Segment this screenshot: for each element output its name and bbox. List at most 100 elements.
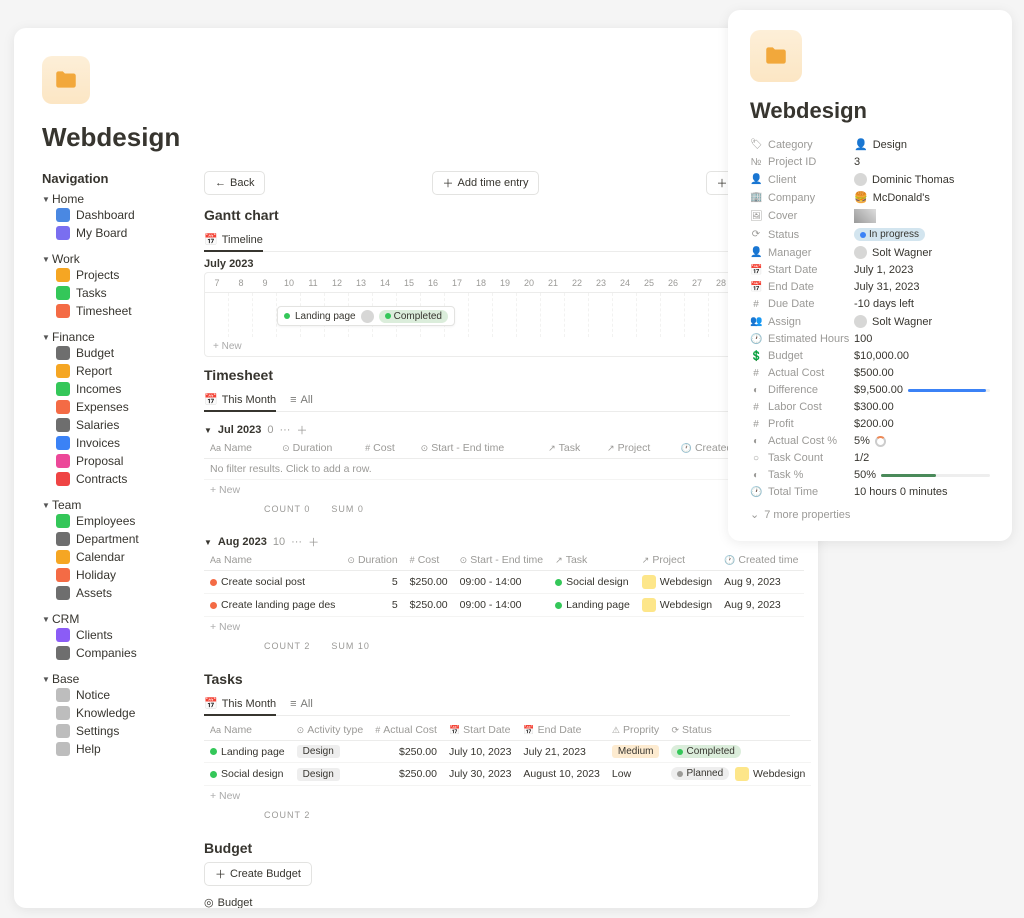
sidebar-item-notice[interactable]: Notice (42, 686, 172, 704)
nav-group-crm[interactable]: ▼CRM (42, 612, 172, 626)
sidebar-item-my-board[interactable]: My Board (42, 224, 172, 242)
sidebar-item-department[interactable]: Department (42, 530, 172, 548)
project-folder-icon (42, 56, 90, 104)
panel-title: Webdesign (750, 98, 990, 124)
tab-this-month[interactable]: 📅This Month (204, 389, 276, 412)
col-status[interactable]: ⟳Status (665, 720, 811, 741)
back-button[interactable]: ←Back (204, 171, 265, 195)
prop-due-date[interactable]: #Due Date-10 days left (750, 298, 990, 310)
prop-task-[interactable]: ◐Task %50% (750, 469, 990, 481)
col-priority[interactable]: ⚠Proprity (606, 720, 666, 741)
avatar-icon (361, 310, 374, 323)
sidebar-item-companies[interactable]: Companies (42, 644, 172, 662)
sidebar-item-report[interactable]: Report (42, 362, 172, 380)
tasks-tabs: 📅This Month ≡All (204, 693, 790, 716)
prop-company[interactable]: 🏢Company🍔McDonald's (750, 191, 990, 204)
sidebar-item-knowledge[interactable]: Knowledge (42, 704, 172, 722)
sidebar-item-assets[interactable]: Assets (42, 584, 172, 602)
prop-manager[interactable]: 👤ManagerSolt Wagner (750, 246, 990, 259)
main-window: Webdesign Navigation ▼HomeDashboardMy Bo… (14, 28, 818, 908)
budget-tabs: ◎Budget (204, 892, 790, 908)
prop-end-date[interactable]: 📅End DateJuly 31, 2023 (750, 281, 990, 293)
prop-actual-cost[interactable]: #Actual Cost$500.00 (750, 367, 990, 379)
prop-estimated-hours[interactable]: 🕐Estimated Hours100 (750, 333, 990, 345)
sidebar-item-dashboard[interactable]: Dashboard (42, 206, 172, 224)
timesheet-title: Timesheet (204, 367, 790, 383)
col-actual[interactable]: #Actual Cost (369, 720, 443, 741)
sidebar-item-expenses[interactable]: Expenses (42, 398, 172, 416)
prop-category[interactable]: 🏷Category👤Design (750, 138, 990, 151)
more-properties[interactable]: ⌄7 more properties (750, 508, 990, 521)
nav-group-team[interactable]: ▼Team (42, 498, 172, 512)
sidebar-item-proposal[interactable]: Proposal (42, 452, 172, 470)
timesheet-row[interactable]: Create landing page des5$250.0009:00 - 1… (204, 594, 804, 617)
timesheet-group-header[interactable]: ▼Aug 2023 10 ··· ＋ (204, 534, 790, 550)
timesheet-row[interactable]: Create social post5$250.0009:00 - 14:00S… (204, 571, 804, 594)
gantt-month: July 2023 (204, 258, 790, 270)
status-pill-completed: Completed (379, 310, 448, 323)
prop-client[interactable]: 👤ClientDominic Thomas (750, 173, 990, 186)
prop-actual-cost-[interactable]: ◐Actual Cost %5% (750, 435, 990, 447)
budget-title: Budget (204, 840, 790, 856)
tab-timeline[interactable]: 📅Timeline (204, 229, 263, 252)
sidebar-item-employees[interactable]: Employees (42, 512, 172, 530)
tasks-title: Tasks (204, 671, 790, 687)
sidebar-item-contracts[interactable]: Contracts (42, 470, 172, 488)
timesheet-group-header[interactable]: ▼Jul 2023 0 ··· ＋ (204, 422, 790, 438)
tab-all[interactable]: ≡All (290, 389, 313, 411)
sidebar-item-help[interactable]: Help (42, 740, 172, 758)
col-end[interactable]: 📅End Date (517, 720, 605, 741)
gantt-chart[interactable]: 7891011121314151617181920212223242526272… (204, 272, 790, 357)
nav-group-work[interactable]: ▼Work (42, 252, 172, 266)
nav-group-finance[interactable]: ▼Finance (42, 330, 172, 344)
tasks-new[interactable]: + New (204, 786, 790, 806)
prop-total-time[interactable]: 🕐Total Time10 hours 0 minutes (750, 486, 990, 498)
create-budget-button[interactable]: ＋Create Budget (204, 862, 312, 886)
empty-row[interactable]: No filter results. Click to add a row. (204, 459, 790, 480)
nav-group-base[interactable]: ▼Base (42, 672, 172, 686)
sidebar-item-tasks[interactable]: Tasks (42, 284, 172, 302)
timesheet-new[interactable]: + New (204, 617, 790, 637)
gantt-bar-label: Landing page (295, 311, 356, 322)
count-line: COUNT 2 SUM 10 (204, 637, 790, 661)
sidebar-item-projects[interactable]: Projects (42, 266, 172, 284)
prop-project-id[interactable]: №Project ID3 (750, 156, 990, 168)
timesheet-tabs: 📅This Month ≡All (204, 389, 790, 412)
prop-budget[interactable]: 💲Budget$10,000.00 (750, 350, 990, 362)
prop-profit[interactable]: #Profit$200.00 (750, 418, 990, 430)
sidebar-item-settings[interactable]: Settings (42, 722, 172, 740)
prop-start-date[interactable]: 📅Start DateJuly 1, 2023 (750, 264, 990, 276)
tab-budget[interactable]: ◎Budget (204, 892, 252, 908)
sidebar-item-incomes[interactable]: Incomes (42, 380, 172, 398)
sidebar-item-invoices[interactable]: Invoices (42, 434, 172, 452)
page-title: Webdesign (42, 122, 790, 153)
sidebar-item-holiday[interactable]: Holiday (42, 566, 172, 584)
sidebar-item-salaries[interactable]: Salaries (42, 416, 172, 434)
prop-difference[interactable]: ◐Difference$9,500.00 (750, 384, 990, 396)
content-area: ←Back ＋Add time entry ＋New Task Gantt ch… (204, 171, 790, 908)
tab-all[interactable]: ≡All (290, 693, 313, 715)
gantt-new[interactable]: + New (205, 337, 789, 356)
tasks-table: AaName ⊙Activity type #Actual Cost 📅Star… (204, 720, 811, 786)
sidebar-item-calendar[interactable]: Calendar (42, 548, 172, 566)
col-name[interactable]: AaName (204, 720, 291, 741)
prop-assign[interactable]: 👥AssignSolt Wagner (750, 315, 990, 328)
nav-group-home[interactable]: ▼Home (42, 192, 172, 206)
col-start[interactable]: 📅Start Date (443, 720, 517, 741)
prop-status[interactable]: ⟳StatusIn progress (750, 228, 990, 241)
task-row[interactable]: Landing pageDesign$250.00July 10, 2023Ju… (204, 741, 811, 763)
timesheet-new[interactable]: + New (204, 480, 790, 500)
prop-labor-cost[interactable]: #Labor Cost$300.00 (750, 401, 990, 413)
add-time-entry-button[interactable]: ＋Add time entry (432, 171, 540, 195)
gantt-bar-landing-page[interactable]: Landing page Completed (277, 306, 455, 326)
task-row[interactable]: Social designDesign$250.00July 30, 2023A… (204, 763, 811, 786)
prop-task-count[interactable]: ○Task Count1/2 (750, 452, 990, 464)
prop-cover[interactable]: 🖼Cover (750, 209, 990, 223)
sidebar-item-clients[interactable]: Clients (42, 626, 172, 644)
status-dot-icon (284, 313, 290, 319)
tab-this-month[interactable]: 📅This Month (204, 693, 276, 716)
col-activity[interactable]: ⊙Activity type (291, 720, 370, 741)
sidebar-item-timesheet[interactable]: Timesheet (42, 302, 172, 320)
gantt-tabs: 📅Timeline (204, 229, 790, 252)
sidebar-item-budget[interactable]: Budget (42, 344, 172, 362)
